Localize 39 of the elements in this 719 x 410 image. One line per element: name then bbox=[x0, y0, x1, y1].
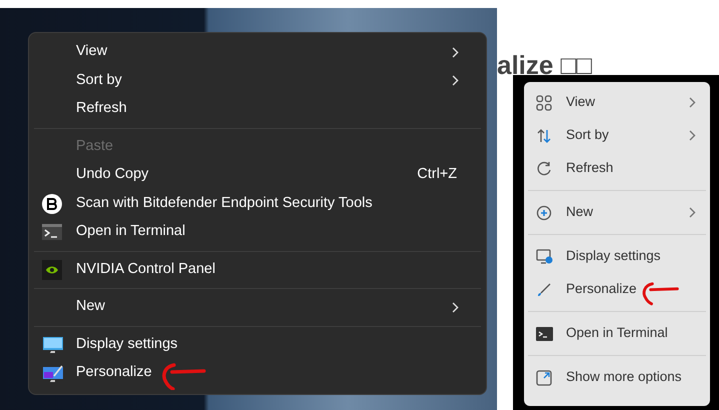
menu-item[interactable]: Refresh bbox=[34, 95, 481, 124]
menu-item[interactable]: View bbox=[528, 86, 706, 119]
menu-item[interactable]: NVIDIA Control Panel bbox=[34, 256, 481, 284]
eye-logo-icon bbox=[42, 260, 62, 280]
bitdefender-logo-icon bbox=[42, 194, 62, 214]
brush-icon bbox=[536, 282, 552, 298]
monitor-icon bbox=[42, 334, 64, 355]
chevron-right-icon bbox=[689, 130, 696, 141]
chevron-right-icon bbox=[689, 97, 696, 108]
terminal-icon bbox=[42, 224, 62, 240]
menu-item[interactable]: Personalize bbox=[34, 359, 481, 388]
menu-item[interactable]: New bbox=[34, 293, 481, 322]
menu-item[interactable]: Open in Terminal bbox=[34, 218, 481, 246]
chevron-right-icon bbox=[452, 302, 459, 313]
menu-item[interactable]: New bbox=[528, 196, 706, 229]
menu-item[interactable]: Scan with Bitdefender Endpoint Security Tools bbox=[34, 190, 481, 218]
menu-item[interactable]: Sort by bbox=[528, 119, 706, 152]
sort-arrows-icon bbox=[536, 128, 552, 144]
personalize-monitor-icon bbox=[42, 363, 64, 384]
monitor-icon bbox=[536, 248, 553, 264]
plus-circle-icon bbox=[536, 204, 552, 220]
refresh-icon bbox=[536, 160, 552, 176]
chevron-right-icon bbox=[452, 46, 459, 58]
menu-item[interactable]: Open in Terminal bbox=[528, 317, 706, 350]
menu-item[interactable]: Show more options bbox=[528, 361, 706, 394]
chevron-right-icon bbox=[689, 207, 696, 218]
chevron-right-icon bbox=[452, 75, 459, 86]
menu-item[interactable]: Display settings bbox=[528, 240, 706, 273]
menu-item[interactable]: Sort by bbox=[34, 66, 481, 95]
menu-item[interactable]: Display settings bbox=[34, 330, 481, 359]
menu-item[interactable]: Undo Copy Ctrl+Z bbox=[34, 161, 481, 190]
menu-item[interactable]: Refresh bbox=[528, 152, 706, 185]
heading-text: alize □□ bbox=[497, 49, 593, 75]
menu-item[interactable]: View bbox=[34, 38, 481, 66]
grid-icon bbox=[536, 94, 552, 110]
menu-item[interactable]: Personalize bbox=[528, 273, 706, 306]
expand-icon bbox=[536, 370, 552, 386]
terminal-icon bbox=[536, 326, 553, 340]
shortcut-text: Ctrl+Z bbox=[417, 165, 457, 184]
